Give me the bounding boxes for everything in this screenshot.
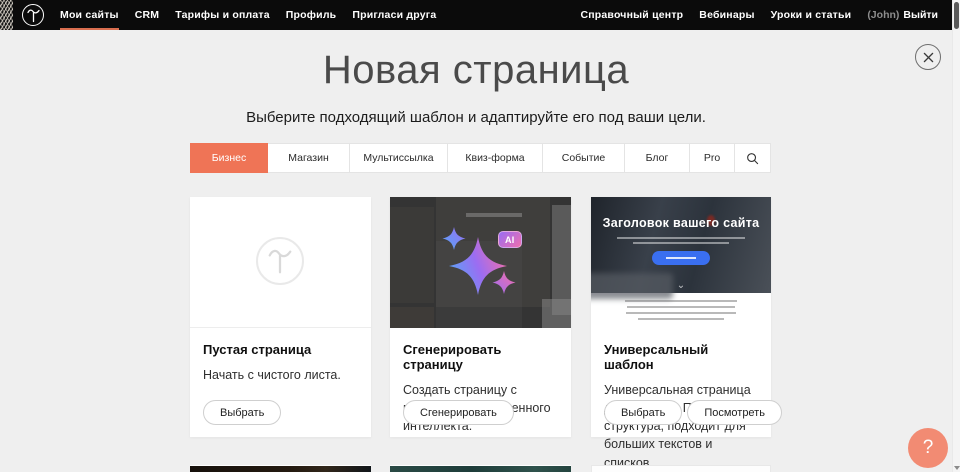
account-area: (John) Выйти <box>867 9 938 21</box>
template-category-tabs: Бизнес Магазин Мультиссылка Квиз-форма С… <box>190 143 771 173</box>
preview-cta-button <box>652 251 710 265</box>
template-preview-heading: Заголовок вашего сайта <box>591 216 771 230</box>
nav-invite-friend[interactable]: Пригласи друга <box>352 9 436 21</box>
page-title: Новая страница <box>0 48 952 93</box>
secondary-nav: Справочный центр Вебинары Уроки и статьи… <box>580 9 938 21</box>
preview-cta-label <box>666 257 696 259</box>
logout-link[interactable]: Выйти <box>903 9 938 21</box>
close-button[interactable] <box>915 44 941 70</box>
preview-text-line <box>633 242 729 244</box>
choose-template-button[interactable]: Выбрать <box>604 400 682 425</box>
nav-my-sites[interactable]: Мои сайты <box>60 9 119 21</box>
card-body: Пустая страница Начать с чистого листа. <box>190 328 371 384</box>
tab-store[interactable]: Магазин <box>268 143 350 173</box>
page-subtitle: Выберите подходящий шаблон и адаптируйте… <box>0 109 952 126</box>
universal-template-thumbnail: Заголовок вашего сайта ⌄ <box>591 197 771 328</box>
preview-text-line <box>626 312 736 314</box>
decorative-edge-pattern <box>0 0 13 30</box>
scrollbar-down-arrow[interactable] <box>954 466 960 470</box>
nav-profile[interactable]: Профиль <box>286 9 337 21</box>
tab-quiz-form[interactable]: Квиз-форма <box>448 143 543 173</box>
choose-blank-button[interactable]: Выбрать <box>203 400 281 425</box>
scrollbar-thumb[interactable] <box>954 2 959 29</box>
ai-badge: AI <box>498 231 522 248</box>
tilda-ghost-logo-icon <box>256 237 304 285</box>
nav-webinars[interactable]: Вебинары <box>699 9 754 21</box>
next-row-card-thumbnail[interactable] <box>591 465 771 472</box>
card-description: Начать с чистого листа. <box>203 366 358 384</box>
nav-crm[interactable]: CRM <box>135 9 160 21</box>
preview-text-line <box>627 306 735 308</box>
tab-blog[interactable]: Блог <box>625 143 690 173</box>
template-card-ai-generate: AI Сгенерировать страницу Создать страни… <box>390 197 571 437</box>
generate-button[interactable]: Сгенерировать <box>403 400 514 425</box>
search-tab-button[interactable] <box>735 143 771 173</box>
chevron-down-icon: ⌄ <box>677 281 685 291</box>
tab-pro[interactable]: Pro <box>690 143 735 173</box>
card-description: Универсальная страница для бизнеса. Поня… <box>604 381 758 472</box>
tab-event[interactable]: Событие <box>543 143 625 173</box>
nav-lessons-articles[interactable]: Уроки и статьи <box>771 9 852 21</box>
ai-generate-thumbnail: AI <box>390 197 571 328</box>
template-card-blank-page: Пустая страница Начать с чистого листа. … <box>190 197 371 437</box>
card-actions: Выбрать Посмотреть <box>604 400 782 425</box>
template-hero-preview: Заголовок вашего сайта ⌄ <box>591 197 771 293</box>
blank-page-thumbnail <box>190 197 371 328</box>
help-button[interactable]: ? <box>908 428 948 468</box>
tilda-ghost-glyph <box>267 247 293 275</box>
card-title: Универсальный шаблон <box>604 342 758 372</box>
tilda-logo-icon[interactable] <box>22 4 44 26</box>
tilda-glyph <box>27 8 40 23</box>
preview-text-line <box>638 318 724 320</box>
top-navigation-bar: Мои сайты CRM Тарифы и оплата Профиль Пр… <box>0 0 960 30</box>
card-title: Сгенерировать страницу <box>403 342 558 372</box>
view-template-button[interactable]: Посмотреть <box>687 400 782 425</box>
card-actions: Сгенерировать <box>403 400 514 425</box>
next-row-card-thumbnail[interactable] <box>190 465 371 472</box>
tab-multilink[interactable]: Мультиссылка <box>350 143 448 173</box>
preview-text-line <box>617 237 745 239</box>
hero-photo-detail <box>591 273 673 299</box>
preview-text-line <box>625 300 737 302</box>
search-icon <box>746 152 759 165</box>
tab-business[interactable]: Бизнес <box>190 143 268 173</box>
next-row-card-thumbnail[interactable] <box>390 465 571 472</box>
card-title: Пустая страница <box>203 342 358 357</box>
close-icon <box>923 52 934 63</box>
nav-help-center[interactable]: Справочный центр <box>580 9 683 21</box>
card-actions: Выбрать <box>203 400 281 425</box>
account-username: (John) <box>867 9 899 21</box>
template-card-universal: Заголовок вашего сайта ⌄ Универсальный ш… <box>591 197 771 437</box>
vertical-scrollbar[interactable] <box>952 0 960 472</box>
primary-nav: Мои сайты CRM Тарифы и оплата Профиль Пр… <box>60 9 436 21</box>
nav-plans-payment[interactable]: Тарифы и оплата <box>175 9 270 21</box>
